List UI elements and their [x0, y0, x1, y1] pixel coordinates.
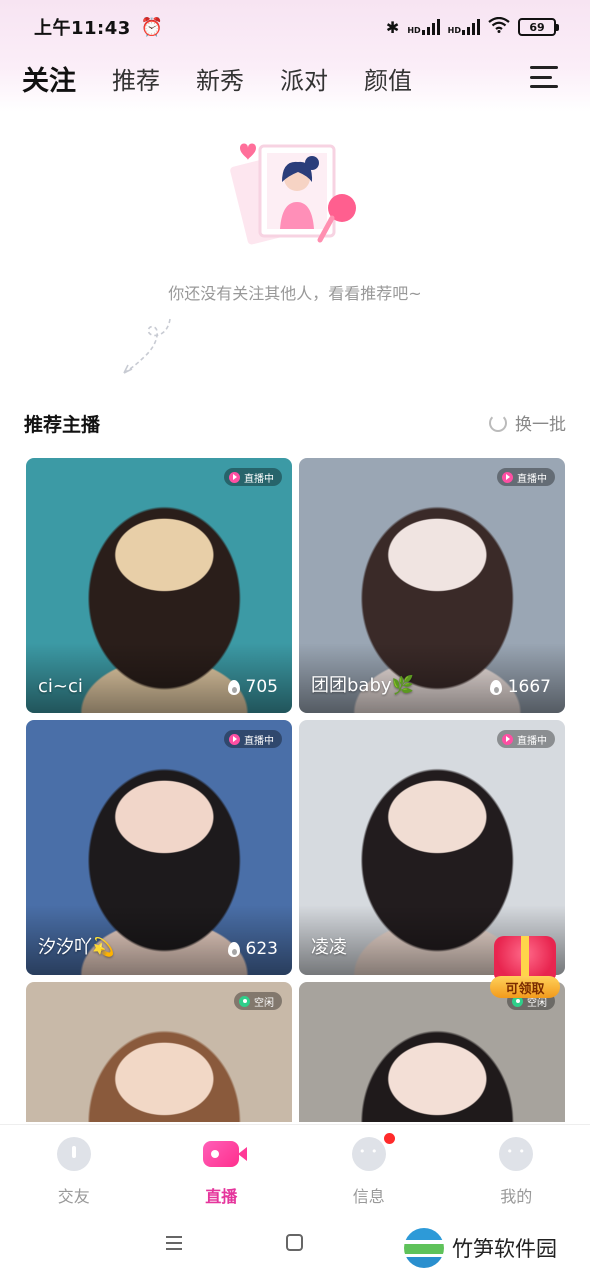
top-header: 上午11:43 ⏰ ✱ HD HD 69 关注 推荐 新秀 派对 颜值: [0, 0, 590, 112]
signal-icon: HD: [448, 19, 480, 35]
live-status-badge: 直播中: [224, 730, 282, 748]
tab-party[interactable]: 派对: [280, 61, 328, 96]
signal-icon: HD: [407, 19, 440, 35]
heat-count: 623: [227, 939, 278, 959]
heat-value: 705: [245, 677, 278, 697]
gift-claim-label: 可领取: [490, 976, 560, 998]
live-icon: [502, 733, 513, 745]
live-icon: [229, 733, 240, 745]
heat-value: 623: [245, 939, 278, 959]
signal-label: HD: [447, 26, 461, 35]
arrow-doodle-icon: [123, 318, 171, 374]
refresh-label: 换一批: [515, 415, 566, 435]
nav-label: 交友: [57, 1187, 90, 1206]
section-title: 推荐主播: [24, 414, 101, 436]
live-status-badge: 直播中: [224, 468, 282, 486]
status-text: 直播中: [244, 473, 274, 485]
empty-state-illustration: [230, 143, 356, 245]
menu-icon[interactable]: [530, 66, 558, 88]
streamer-card[interactable]: 直播中 汐汐吖💫 623: [26, 720, 292, 975]
nav-item-friends[interactable]: 交友: [0, 1125, 148, 1208]
nav-item-live[interactable]: 直播: [148, 1125, 296, 1208]
streamer-card[interactable]: 空闲: [26, 982, 292, 1122]
signal-label: HD: [407, 26, 421, 35]
unread-badge: [384, 1133, 395, 1144]
live-icon: [502, 471, 513, 483]
watermark: 竹笋软件园: [404, 1228, 557, 1268]
top-tabs: 关注 推荐 新秀 派对 颜值: [0, 54, 590, 102]
status-text: 直播中: [517, 735, 547, 747]
gift-box-icon: [494, 936, 556, 980]
status-text: 直播中: [244, 735, 274, 747]
tab-newcomer[interactable]: 新秀: [196, 61, 244, 96]
nav-label: 信息: [352, 1187, 385, 1206]
streamer-card[interactable]: 直播中 ci~ci 705: [26, 458, 292, 713]
recent-apps-button[interactable]: [166, 1236, 182, 1250]
streamer-name: ci~ci: [38, 676, 83, 697]
heat-count: 705: [227, 677, 278, 697]
live-icon: [229, 471, 240, 483]
refresh-icon: [489, 413, 507, 432]
friends-icon: [56, 1137, 91, 1171]
bottom-nav: 交友 直播 信息 我的: [0, 1124, 590, 1208]
nav-item-me[interactable]: 我的: [443, 1125, 590, 1208]
tab-looks[interactable]: 颜值: [364, 61, 412, 96]
profile-icon: [499, 1137, 534, 1171]
streamer-name: 凌凌: [311, 937, 347, 958]
streamer-card[interactable]: 直播中 团团baby🌿 1667: [299, 458, 565, 713]
live-status-badge: 直播中: [497, 730, 555, 748]
empty-state-message: 你还没有关注其他人，看看推荐吧~: [168, 284, 422, 303]
nav-label: 直播: [205, 1187, 238, 1206]
status-text: 直播中: [517, 473, 547, 485]
status-text: 空闲: [254, 997, 274, 1009]
status-bar: 上午11:43 ⏰ ✱ HD HD 69: [0, 0, 590, 54]
streamer-card[interactable]: 空闲: [299, 982, 565, 1122]
watermark-logo: [404, 1228, 444, 1268]
message-icon: [351, 1137, 386, 1171]
status-icons: ✱ HD HD 69: [385, 16, 559, 37]
bluetooth-icon: ✱: [385, 17, 400, 37]
battery-icon: 69: [518, 18, 559, 36]
home-button[interactable]: [286, 1234, 303, 1251]
fire-icon: [227, 679, 240, 695]
streamer-name: 团团baby🌿: [311, 675, 414, 696]
wifi-icon: [488, 16, 510, 37]
live-status-badge: 直播中: [497, 468, 555, 486]
nav-label: 我的: [500, 1187, 533, 1206]
streamer-grid: 直播中 ci~ci 705 直播中 团团baby🌿 1667 直播中 汐汐吖💫 …: [26, 458, 566, 1122]
fire-icon: [489, 679, 502, 695]
streamer-name: 汐汐吖💫: [38, 937, 115, 958]
heat-value: 1667: [507, 677, 551, 697]
live-camera-icon: [203, 1141, 248, 1167]
refresh-button[interactable]: 换一批: [489, 410, 566, 435]
idle-status-badge: 空闲: [234, 992, 282, 1010]
gift-claim-button[interactable]: 可领取: [484, 936, 566, 1000]
watermark-text: 竹笋软件园: [452, 1237, 557, 1261]
alarm-clock-icon: ⏰: [140, 16, 164, 38]
tab-recommend[interactable]: 推荐: [112, 61, 160, 96]
idle-icon: [239, 995, 250, 1007]
tab-following[interactable]: 关注: [22, 59, 76, 98]
status-time: 上午11:43: [34, 18, 131, 39]
nav-item-messages[interactable]: 信息: [295, 1125, 443, 1208]
fire-icon: [227, 941, 240, 957]
heat-count: 1667: [489, 677, 551, 697]
